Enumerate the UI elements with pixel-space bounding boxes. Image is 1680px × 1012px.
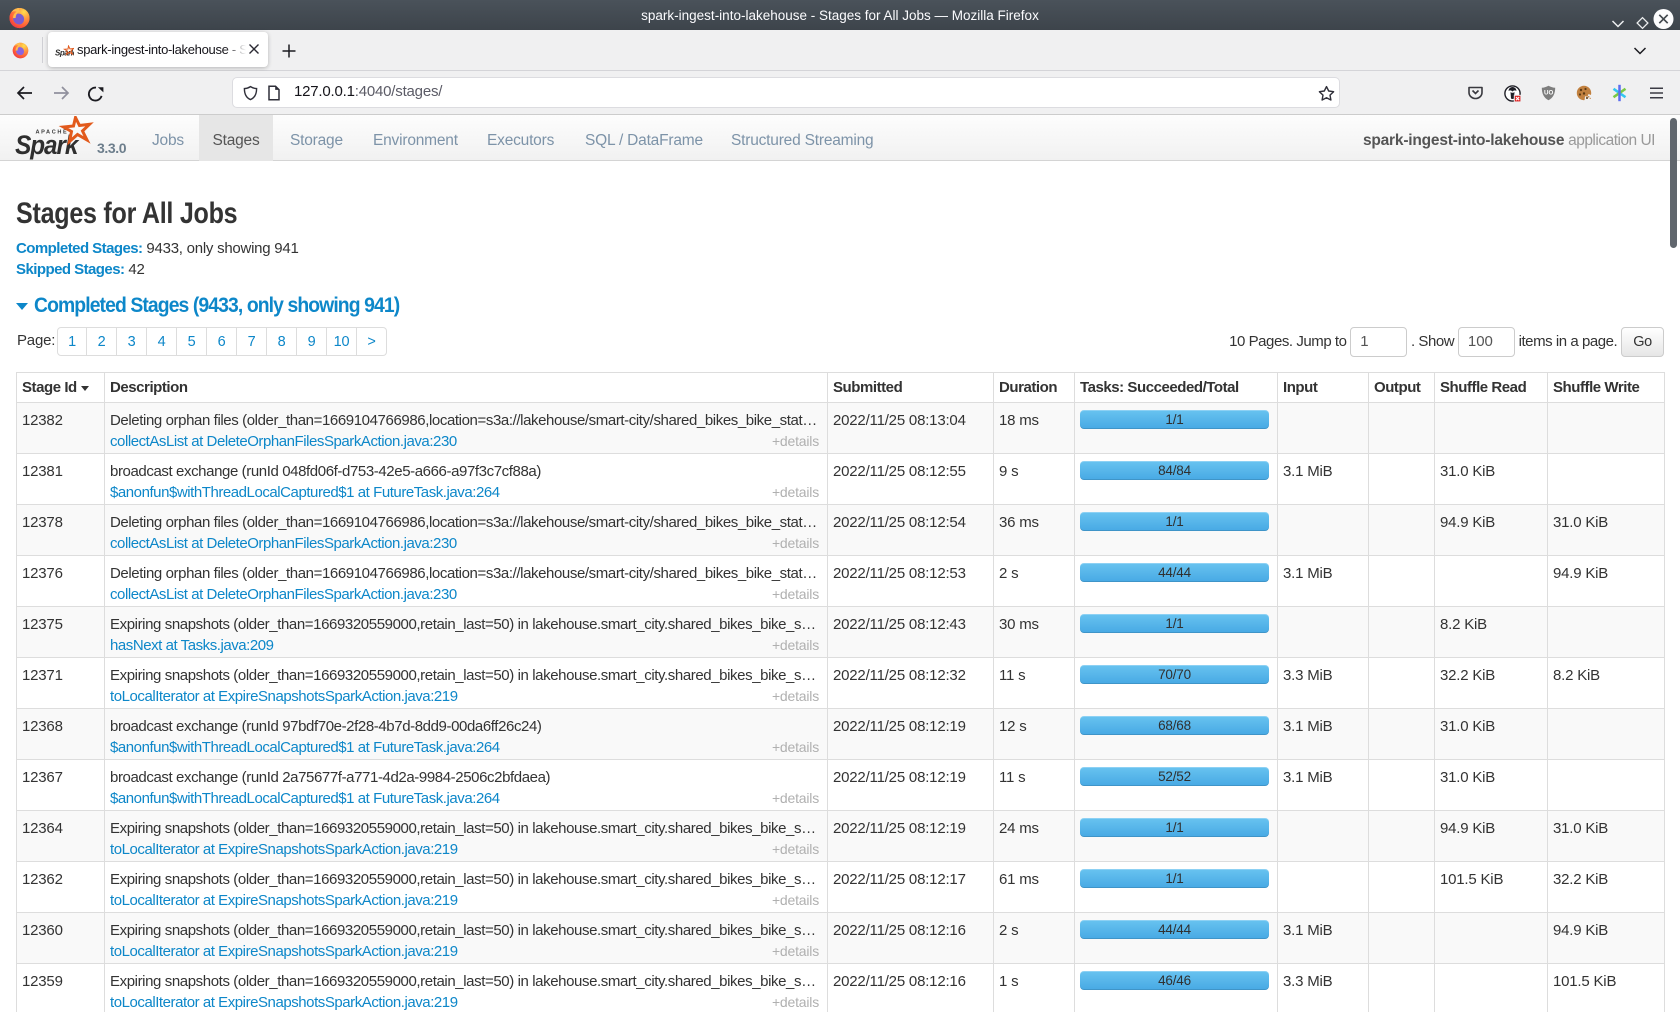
- svg-text:UO: UO: [1544, 90, 1553, 97]
- svg-text:APACHE: APACHE: [36, 130, 69, 136]
